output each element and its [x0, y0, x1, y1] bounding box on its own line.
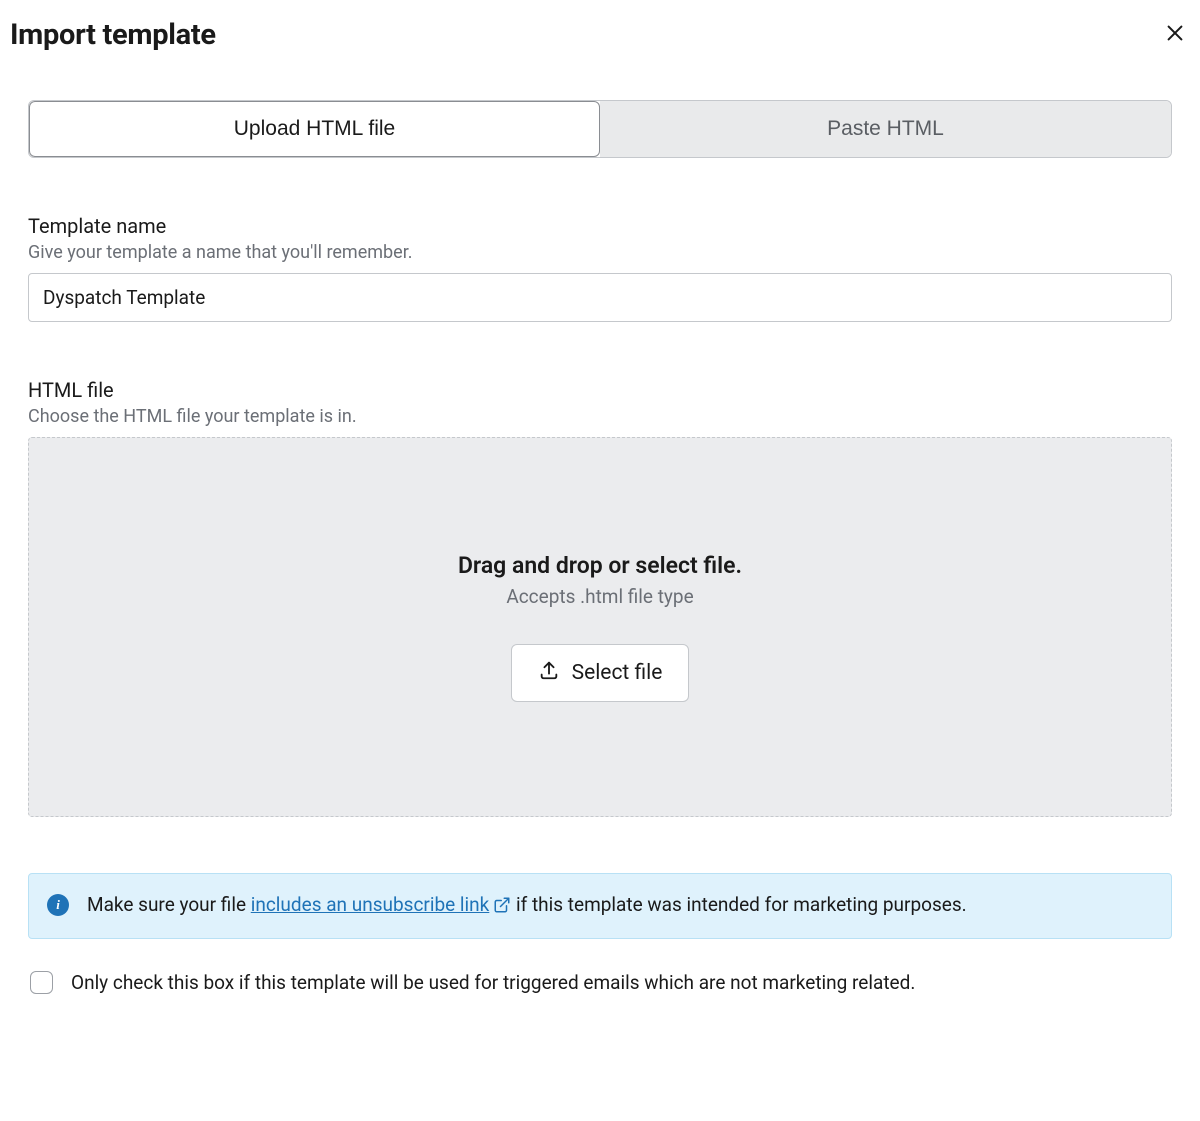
upload-icon: [538, 659, 560, 687]
tab-upload-html[interactable]: Upload HTML file: [29, 101, 600, 157]
template-name-hint: Give your template a name that you'll re…: [28, 242, 1172, 263]
html-file-hint: Choose the HTML file your template is in…: [28, 406, 1172, 427]
select-file-label: Select file: [572, 661, 663, 685]
modal-header: Import template: [0, 0, 1200, 52]
html-file-label: HTML file: [28, 378, 1172, 402]
import-template-modal: Import template Upload HTML file Paste H…: [0, 0, 1200, 1121]
template-name-field: Template name Give your template a name …: [28, 214, 1172, 322]
dropzone-subtext: Accepts .html file type: [506, 585, 693, 608]
info-text-before: Make sure your file: [87, 893, 251, 916]
info-text-after: if this template was intended for market…: [511, 893, 966, 916]
info-text: Make sure your file includes an unsubscr…: [87, 890, 967, 922]
modal-title: Import template: [10, 18, 216, 52]
triggered-email-checkbox-label: Only check this box if this template wil…: [71, 971, 915, 994]
modal-content: Upload HTML file Paste HTML Template nam…: [0, 52, 1200, 994]
triggered-email-checkbox[interactable]: [30, 971, 53, 994]
info-icon: i: [47, 894, 69, 916]
unsubscribe-link[interactable]: includes an unsubscribe link: [251, 893, 512, 916]
triggered-email-checkbox-row: Only check this box if this template wil…: [28, 971, 1172, 994]
info-banner: i Make sure your file includes an unsubs…: [28, 873, 1172, 939]
tab-group: Upload HTML file Paste HTML: [28, 100, 1172, 158]
external-link-icon: [493, 893, 511, 922]
template-name-input[interactable]: [28, 273, 1172, 322]
select-file-button[interactable]: Select file: [511, 644, 690, 702]
close-button[interactable]: [1160, 18, 1190, 51]
file-dropzone[interactable]: Drag and drop or select file. Accepts .h…: [28, 437, 1172, 817]
close-icon: [1164, 22, 1186, 47]
dropzone-heading: Drag and drop or select file.: [458, 552, 742, 579]
template-name-label: Template name: [28, 214, 1172, 238]
tab-paste-html[interactable]: Paste HTML: [600, 101, 1171, 157]
html-file-field: HTML file Choose the HTML file your temp…: [28, 378, 1172, 817]
